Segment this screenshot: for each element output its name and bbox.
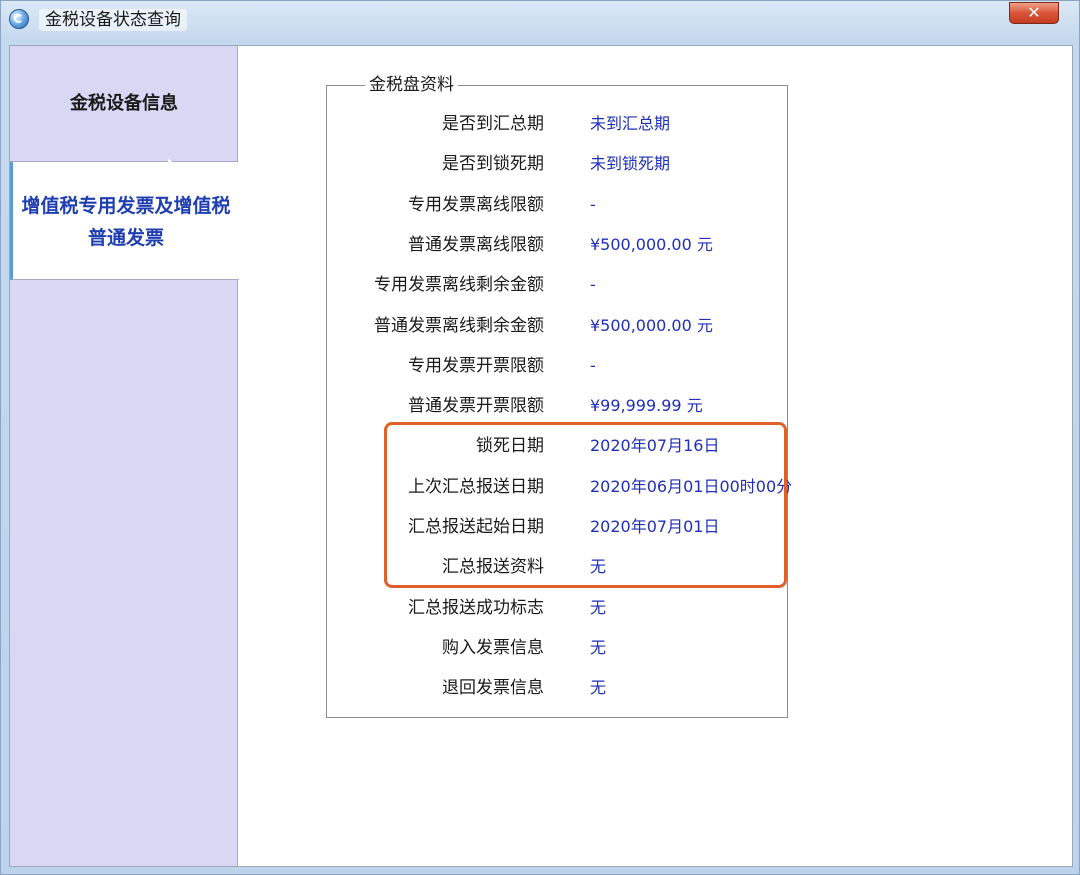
info-row-value: 未到锁死期 xyxy=(590,154,671,174)
tax-disk-info-group: 金税盘资料 是否到汇总期 未到汇总期是否到锁死期 未到锁死期专用发票离线限额 - 普通发… xyxy=(326,75,792,718)
info-row-value: 无 xyxy=(590,597,607,617)
info-row-label: 普通发票离线限额 xyxy=(408,234,544,255)
info-row: 是否到汇总期 未到汇总期 xyxy=(327,104,787,144)
info-row: 是否到锁死期 未到锁死期 xyxy=(327,144,787,184)
info-row-value: 无 xyxy=(590,637,607,657)
info-row-label: 专用发票开票限额 xyxy=(408,355,544,376)
info-row-value: 无 xyxy=(590,678,607,698)
info-row-value: 未到汇总期 xyxy=(590,114,671,133)
info-row-value: ¥500,000.00 元 xyxy=(590,315,713,335)
info-row-label: 汇总报送成功标志 xyxy=(408,597,544,618)
info-row-label: 普通发票开票限额 xyxy=(408,396,544,417)
close-button[interactable]: ✕ xyxy=(1009,2,1059,24)
info-row: 普通发票开票限额 ¥99,999.99 元 xyxy=(327,386,787,426)
sidebar: 金税设备信息 增值税专用发票及增值税普通发票 xyxy=(10,46,239,866)
info-row-label: 普通发票离线剩余金额 xyxy=(374,315,544,336)
group-legend: 金税盘资料 xyxy=(365,75,458,95)
info-row: 专用发票开票限额 - xyxy=(327,346,787,386)
info-row: 专用发票离线剩余金额 - xyxy=(327,265,787,305)
info-row: 汇总报送成功标志 无 xyxy=(327,588,787,628)
window-title: 金税设备状态查询 xyxy=(39,9,187,31)
info-row: 专用发票离线限额 - xyxy=(327,185,787,225)
info-row-value: ¥500,000.00 元 xyxy=(590,234,713,254)
info-row-label: 是否到锁死期 xyxy=(442,154,544,175)
info-row: 普通发票离线限额 ¥500,000.00 元 xyxy=(327,225,787,265)
sidebar-item-device-info[interactable]: 金税设备信息 xyxy=(10,46,238,162)
info-row-label: 是否到汇总期 xyxy=(442,114,544,134)
info-row-label: 退回发票信息 xyxy=(442,678,544,699)
info-row: 退回发票信息 无 xyxy=(327,668,787,708)
info-row-label: 购入发票信息 xyxy=(442,637,544,658)
info-row-label: 专用发票离线剩余金额 xyxy=(374,275,544,296)
info-row-value: - xyxy=(590,355,596,375)
info-row-label: 专用发票离线限额 xyxy=(408,194,544,215)
info-row: 购入发票信息 无 xyxy=(327,628,787,668)
app-window: 金税设备状态查询 ✕ 金税设备信息 增值税专用发票及增值税普通发票 金税盘资料 … xyxy=(0,0,1080,875)
info-row-value: ¥99,999.99 元 xyxy=(590,396,703,416)
title-bar[interactable]: 金税设备状态查询 ✕ xyxy=(1,1,1079,41)
highlight-annotation xyxy=(384,422,787,588)
info-row-value: - xyxy=(590,275,596,295)
info-row-value: - xyxy=(590,194,596,214)
sidebar-item-invoices[interactable]: 增值税专用发票及增值税普通发票 xyxy=(10,162,239,280)
app-logo-icon xyxy=(9,9,29,29)
info-row: 普通发票离线剩余金额 ¥500,000.00 元 xyxy=(327,306,787,346)
